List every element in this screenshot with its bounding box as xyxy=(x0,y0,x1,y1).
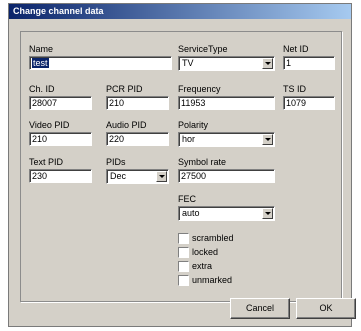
chevron-down-icon[interactable] xyxy=(262,58,273,69)
checkbox-box[interactable] xyxy=(178,275,189,286)
change-channel-dialog: Change channel data Name test ServiceTyp… xyxy=(8,3,356,327)
symbol-rate-label: Symbol rate xyxy=(178,157,227,167)
polarity-label: Polarity xyxy=(178,120,209,130)
net-id-label: Net ID xyxy=(283,44,309,54)
checkbox-box[interactable] xyxy=(178,261,189,272)
fec-label: FEC xyxy=(178,194,196,204)
scrambled-label: scrambled xyxy=(192,233,234,243)
frequency-label: Frequency xyxy=(178,84,221,94)
checkbox-box[interactable] xyxy=(178,233,189,244)
audio-pid-field[interactable]: 220 xyxy=(106,132,169,146)
fec-select[interactable]: auto xyxy=(178,206,275,221)
pcr-pid-field[interactable]: 210 xyxy=(106,96,169,110)
fec-value: auto xyxy=(182,208,200,218)
service-type-value: TV xyxy=(182,58,194,68)
text-pid-field[interactable]: 230 xyxy=(29,169,92,183)
cancel-button[interactable]: Cancel xyxy=(230,298,290,319)
extra-label: extra xyxy=(192,261,213,271)
service-type-label: ServiceType xyxy=(178,44,228,54)
chevron-down-icon[interactable] xyxy=(262,134,273,145)
locked-label: locked xyxy=(192,247,219,257)
ch-id-label: Ch. ID xyxy=(29,84,55,94)
name-label: Name xyxy=(29,44,54,54)
net-id-field[interactable]: 1 xyxy=(283,56,335,70)
pcr-pid-label: PCR PID xyxy=(106,84,143,94)
audio-pid-label: Audio PID xyxy=(106,120,147,130)
pids-select[interactable]: Dec xyxy=(106,169,169,184)
unmarked-label: unmarked xyxy=(192,275,233,285)
pids-label: PIDs xyxy=(106,157,126,167)
ch-id-field[interactable]: 28007 xyxy=(29,96,92,110)
symbol-rate-field[interactable]: 27500 xyxy=(178,169,275,183)
frequency-field[interactable]: 11953 xyxy=(178,96,275,110)
ts-id-label: TS ID xyxy=(283,84,307,94)
title-bar[interactable]: Change channel data xyxy=(9,4,351,19)
window-title: Change channel data xyxy=(13,6,104,16)
polarity-select[interactable]: hor xyxy=(178,132,275,147)
text-pid-label: Text PID xyxy=(29,157,64,167)
pids-value: Dec xyxy=(110,171,127,181)
name-field[interactable]: test xyxy=(29,56,172,70)
chevron-down-icon[interactable] xyxy=(156,171,167,182)
video-pid-label: Video PID xyxy=(29,120,70,130)
ts-id-field[interactable]: 1079 xyxy=(283,96,335,110)
chevron-down-icon[interactable] xyxy=(262,208,273,219)
ok-button[interactable]: OK xyxy=(296,298,356,319)
polarity-value: hor xyxy=(182,134,196,144)
video-pid-field[interactable]: 210 xyxy=(29,132,92,146)
service-type-select[interactable]: TV xyxy=(178,56,275,71)
checkbox-box[interactable] xyxy=(178,247,189,258)
